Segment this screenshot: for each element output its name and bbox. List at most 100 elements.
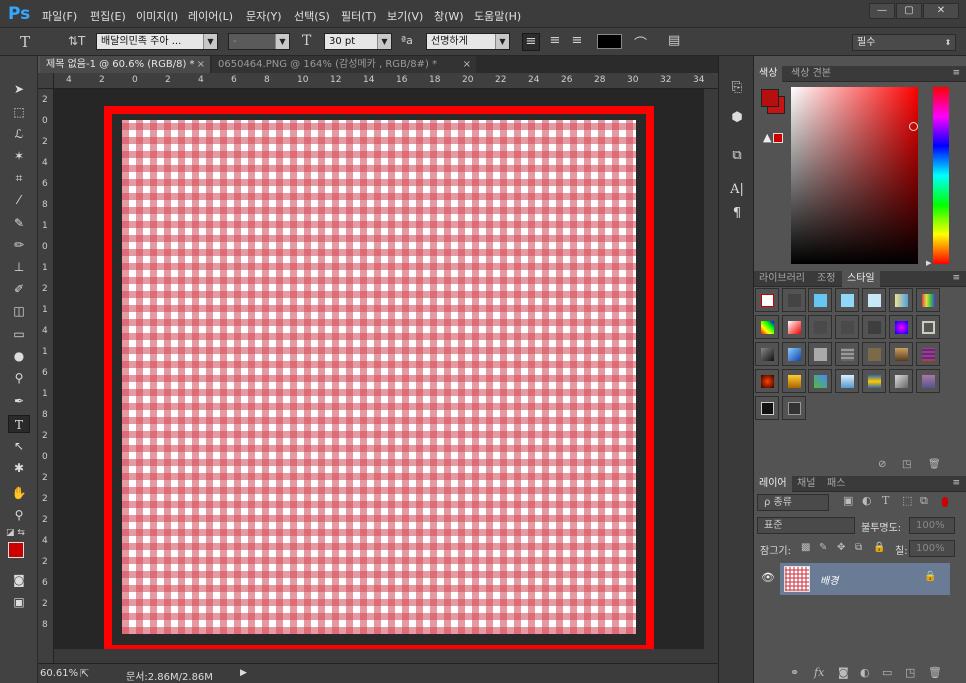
adjustment-layer-icon[interactable]: ◐ — [860, 666, 870, 679]
tab-styles[interactable]: 스타일 — [842, 271, 880, 287]
align-right-icon[interactable]: ≡ — [568, 33, 586, 51]
style-swatch[interactable] — [755, 315, 779, 339]
ruler-origin[interactable] — [38, 73, 54, 89]
filter-toggle-icon[interactable] — [942, 497, 948, 507]
filter-type-icon[interactable]: T — [882, 494, 889, 507]
menu-window[interactable]: 창(W) — [434, 8, 464, 24]
layer-mask-icon[interactable]: ◙ — [838, 666, 849, 679]
magic-wand-icon[interactable]: ✶ — [8, 147, 30, 165]
marquee-tool-icon[interactable]: ⬚ — [8, 103, 30, 121]
clone-source-icon[interactable]: ⧉ — [727, 146, 747, 166]
antialias-select[interactable]: 선명하게 ▼ — [426, 33, 510, 50]
type-tool-icon[interactable]: T — [20, 33, 30, 51]
horizontal-ruler[interactable]: 4 2 0 2 4 6 8 10 12 14 16 18 20 22 24 26 28 30 32 34 — [54, 73, 718, 89]
3d-panel-icon[interactable]: ⬢ — [727, 108, 747, 128]
menu-type[interactable]: 문자(Y) — [246, 8, 282, 24]
panel-menu-icon[interactable]: ≡ — [952, 273, 960, 283]
style-swatch[interactable] — [782, 342, 806, 366]
horizontal-scrollbar[interactable] — [54, 649, 704, 663]
style-swatch[interactable] — [862, 288, 886, 312]
menu-layer[interactable]: 레이어(L) — [188, 8, 233, 24]
menu-select[interactable]: 선택(S) — [294, 8, 330, 24]
delete-style-icon[interactable]: 🗑 — [928, 459, 941, 470]
link-layers-icon[interactable]: ⚭ — [790, 666, 799, 679]
filter-shape-icon[interactable]: ⬚ — [902, 494, 912, 507]
menu-view[interactable]: 보기(V) — [387, 8, 423, 24]
style-swatch[interactable] — [782, 288, 806, 312]
lasso-tool-icon[interactable]: ℒ — [8, 125, 30, 143]
hue-slider[interactable] — [933, 87, 949, 264]
maximize-button[interactable]: ▢ — [896, 3, 922, 19]
align-center-icon[interactable]: ≡ — [546, 33, 564, 51]
style-swatch[interactable] — [889, 288, 913, 312]
style-swatch[interactable] — [835, 342, 859, 366]
hand-tool-icon[interactable]: ✋ — [8, 484, 30, 502]
tab-layers[interactable]: 레이어 — [754, 476, 792, 492]
close-window-button[interactable]: ✕ — [923, 3, 959, 19]
tab-untitled-1[interactable]: 제목 없음-1 @ 60.6% (RGB/8) * × — [40, 56, 210, 73]
menu-image[interactable]: 이미지(I) — [136, 8, 178, 24]
style-swatch[interactable] — [808, 369, 832, 393]
close-icon[interactable]: × — [197, 56, 205, 73]
style-swatch[interactable] — [862, 342, 886, 366]
style-swatch[interactable] — [916, 315, 940, 339]
menu-edit[interactable]: 편집(E) — [90, 8, 126, 24]
shape-tool-icon[interactable]: ✱ — [8, 459, 30, 477]
zoom-tool-icon[interactable]: ⚲ — [8, 506, 30, 524]
default-colors-icon[interactable]: ◪ ⇆ — [6, 528, 25, 538]
filter-adjustment-icon[interactable]: ◐ — [862, 494, 872, 507]
history-panel-icon[interactable]: ⎘ — [727, 78, 747, 98]
align-left-icon[interactable]: ≡ — [522, 33, 540, 51]
color-picker-cursor[interactable] — [909, 122, 918, 131]
style-swatch[interactable] — [916, 342, 940, 366]
tab-0650464-png[interactable]: 0650464.PNG @ 164% (감성메카 , RGB/8#) * × — [212, 56, 476, 73]
lock-transparent-icon[interactable]: ▩ — [801, 542, 810, 553]
tab-libraries[interactable]: 라이브러리 — [754, 271, 810, 287]
style-swatch[interactable] — [782, 315, 806, 339]
screen-mode-icon[interactable]: ▣ — [8, 593, 30, 611]
warp-text-icon[interactable]: ⌒ — [634, 33, 647, 52]
menu-file[interactable]: 파일(F) — [42, 8, 77, 24]
lock-all-icon[interactable]: 🔒 — [873, 542, 885, 553]
export-icon[interactable]: ⇱ — [80, 667, 89, 680]
color-picker-field[interactable] — [791, 87, 918, 264]
stamp-tool-icon[interactable]: ⊥ — [8, 258, 30, 276]
layer-filter-select[interactable]: ρ 종류 — [757, 494, 829, 511]
foreground-color-swatch[interactable] — [8, 542, 24, 558]
style-swatch[interactable] — [835, 315, 859, 339]
close-icon[interactable]: × — [463, 56, 471, 73]
style-swatch[interactable] — [755, 369, 779, 393]
character-panel-icon[interactable]: ▤ — [668, 33, 680, 48]
tab-adjustments[interactable]: 조정 — [812, 271, 840, 287]
quick-mask-icon[interactable]: ◙ — [8, 571, 30, 589]
lock-position-icon[interactable]: ✥ — [837, 542, 845, 553]
eraser-tool-icon[interactable]: ◫ — [8, 302, 30, 320]
style-swatch[interactable] — [755, 342, 779, 366]
clear-style-icon[interactable]: ⊘ — [878, 459, 886, 470]
pen-tool-icon[interactable]: ✒ — [8, 392, 30, 410]
tab-color[interactable]: 색상 — [754, 66, 783, 82]
crop-tool-icon[interactable]: ⌗ — [8, 169, 30, 187]
blend-mode-select[interactable]: 표준 — [757, 517, 855, 534]
brush-tool-icon[interactable]: ✏ — [8, 236, 30, 254]
dodge-tool-icon[interactable]: ⚲ — [8, 369, 30, 387]
layer-style-icon[interactable]: fx — [814, 666, 824, 679]
eye-icon[interactable]: 👁 — [761, 571, 775, 584]
panel-menu-icon[interactable]: ≡ — [952, 68, 960, 78]
gingham-pattern-image[interactable] — [122, 120, 636, 634]
history-brush-icon[interactable]: ✐ — [8, 280, 30, 298]
web-safe-color-chip[interactable] — [773, 133, 783, 143]
type-tool-icon[interactable]: T — [8, 415, 30, 433]
delete-layer-icon[interactable]: 🗑 — [928, 666, 942, 679]
menu-help[interactable]: 도움말(H) — [474, 8, 521, 24]
font-size-select[interactable]: 30 pt ▼ — [324, 33, 392, 50]
tab-channels[interactable]: 채널 — [792, 476, 820, 492]
lock-artboard-icon[interactable]: ⧉ — [855, 542, 862, 553]
new-style-icon[interactable]: ◳ — [902, 459, 911, 470]
status-menu-icon[interactable]: ▶ — [240, 668, 247, 678]
style-swatch[interactable] — [889, 342, 913, 366]
new-layer-icon[interactable]: ◳ — [905, 666, 915, 679]
filter-pixel-icon[interactable]: ▣ — [843, 494, 853, 507]
style-none[interactable] — [755, 288, 779, 312]
text-color-swatch[interactable] — [597, 34, 622, 49]
